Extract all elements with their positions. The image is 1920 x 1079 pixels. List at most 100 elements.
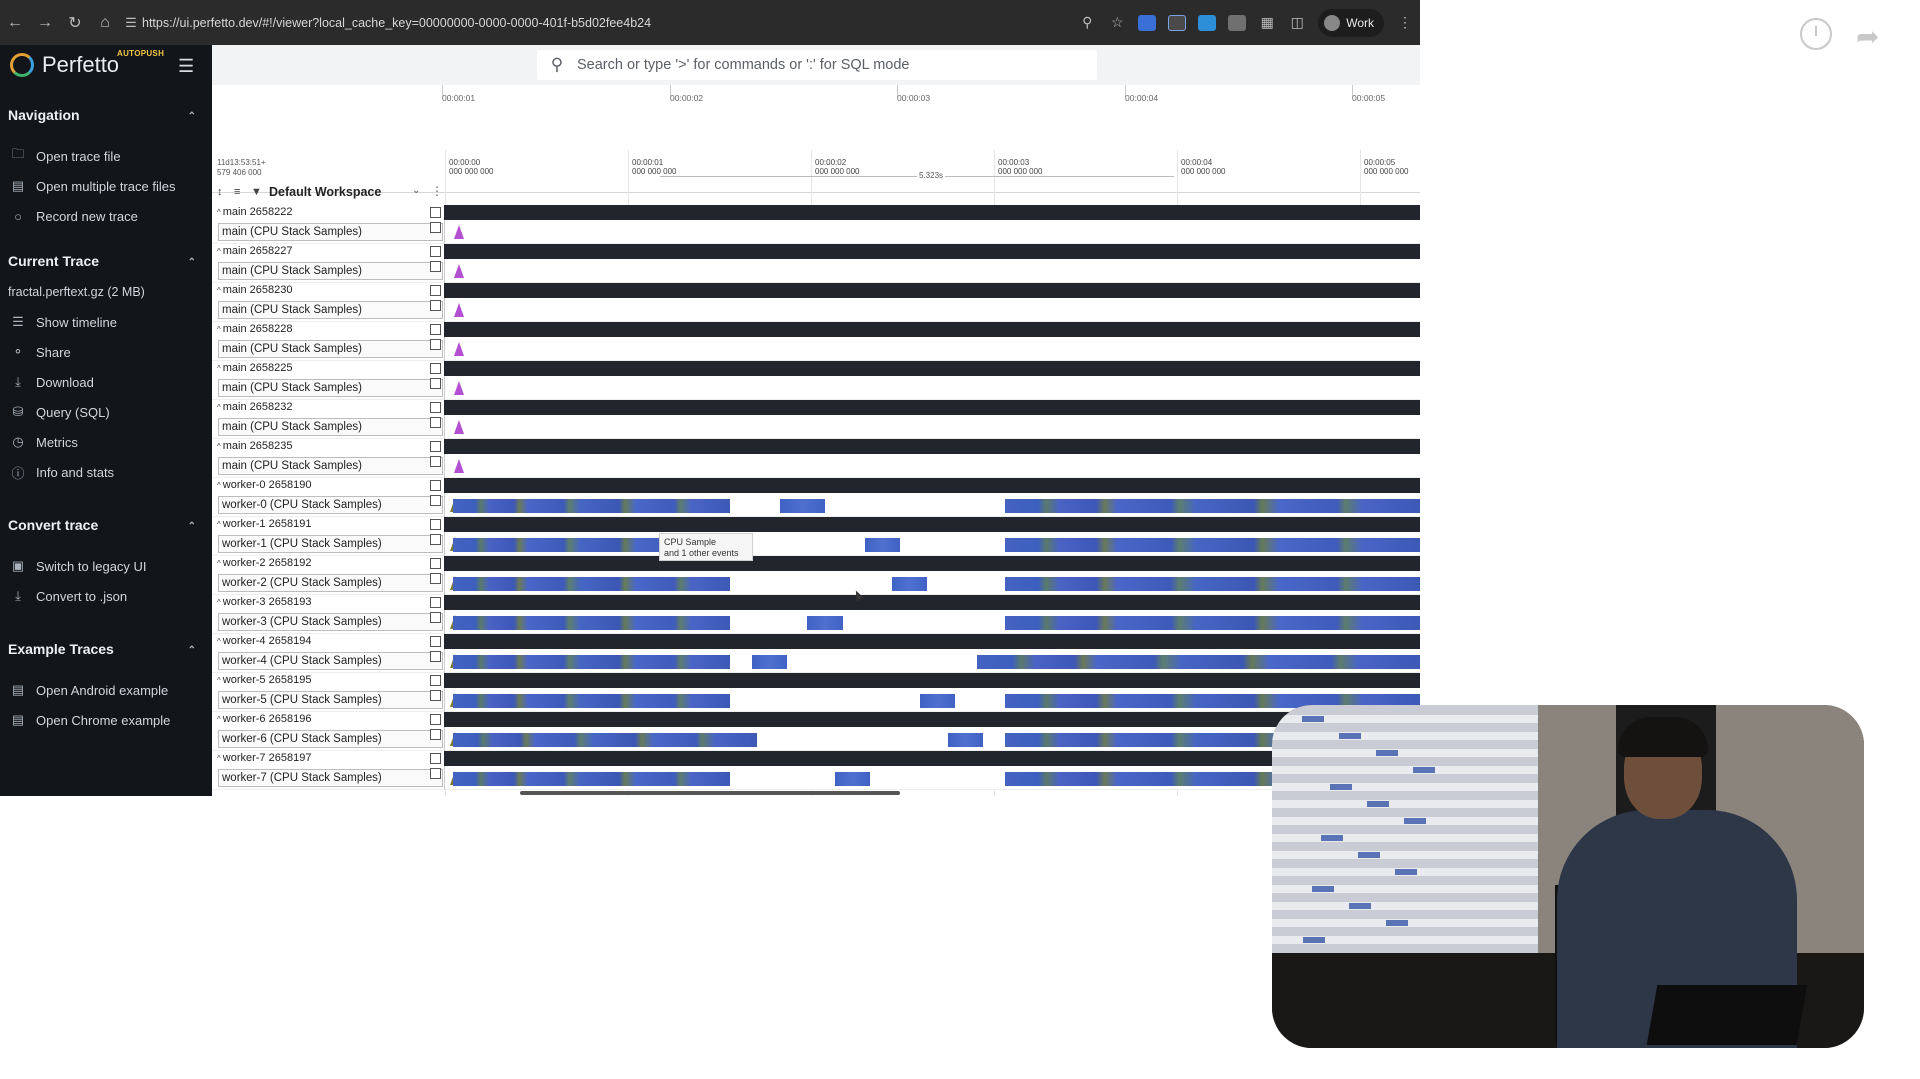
track-checkbox[interactable] (430, 339, 441, 350)
track-group[interactable]: ^ worker-2 2658192 worker-2 (CPU Stack Sam… (212, 556, 1420, 595)
process-header[interactable]: ^ worker-3 2658193 (212, 595, 1420, 610)
process-header[interactable]: ^ main 2658232 (212, 400, 1420, 415)
extensions-puzzle-icon[interactable]: ▦ (1252, 0, 1282, 45)
cpu-sample-burst[interactable] (948, 733, 983, 747)
sidebar-item-query-sql[interactable]: ⛁ Query (SQL) (0, 397, 212, 427)
horizontal-scrollbar[interactable] (520, 791, 900, 795)
track-group[interactable]: ^ worker-6 2658196 worker-6 (CPU Stack Sam… (212, 712, 1420, 751)
cpu-sample-burst[interactable] (453, 655, 730, 669)
process-header[interactable]: ^ worker-7 2658197 (212, 751, 1420, 766)
process-header[interactable]: ^ main 2658222 (212, 205, 1420, 220)
expand-caret-icon[interactable]: ^ (217, 676, 221, 685)
reload-icon[interactable]: ↻ (60, 0, 90, 45)
track-group[interactable]: ^ main 2658225 main (CPU Stack Samples) (212, 361, 1420, 400)
expand-caret-icon[interactable]: ^ (217, 481, 221, 490)
chevron-up-icon[interactable]: ⌃ (188, 111, 196, 122)
omnibox[interactable]: ⚲ Search or type '>' for commands or ':'… (537, 50, 1097, 80)
track-checkbox[interactable] (430, 495, 441, 506)
cpu-sample-burst[interactable] (1005, 499, 1420, 513)
track-samples[interactable] (445, 376, 1420, 400)
track-checkbox[interactable] (430, 261, 441, 272)
cpu-sample-burst[interactable] (1005, 577, 1420, 591)
expand-caret-icon[interactable]: ^ (217, 247, 221, 256)
process-header[interactable]: ^ main 2658235 (212, 439, 1420, 454)
cpu-sample-marker[interactable] (454, 264, 464, 278)
section-navigation[interactable]: Navigation ⌃ (0, 85, 212, 131)
track-group[interactable]: ^ main 2658230 main (CPU Stack Samples) (212, 283, 1420, 322)
track-checkbox[interactable] (430, 222, 441, 233)
track-group[interactable]: ^ worker-4 2658194 worker-4 (CPU Stack Sam… (212, 634, 1420, 673)
chevron-down-icon[interactable]: ⌄ (412, 185, 420, 196)
track-samples[interactable] (445, 571, 1420, 595)
track-samples[interactable] (445, 337, 1420, 361)
process-header-label[interactable]: ^ worker-0 2658190 (212, 478, 444, 493)
section-current-trace[interactable]: Current Trace ⌃ (0, 231, 212, 277)
track-row[interactable]: worker-0 (CPU Stack Samples) (212, 493, 1420, 517)
section-example-traces[interactable]: Example Traces ⌃ (0, 619, 212, 665)
expand-caret-icon[interactable]: ^ (217, 325, 221, 334)
extension-check-icon[interactable] (1198, 14, 1217, 31)
pin-checkbox[interactable] (430, 207, 441, 218)
expand-caret-icon[interactable]: ^ (217, 520, 221, 529)
track-samples[interactable] (445, 610, 1420, 634)
pin-checkbox[interactable] (430, 519, 441, 530)
expand-caret-icon[interactable]: ^ (217, 208, 221, 217)
process-header-label[interactable]: ^ worker-5 2658195 (212, 673, 444, 688)
hamburger-menu-icon[interactable]: ☰ (178, 56, 194, 77)
process-header-label[interactable]: ^ main 2658222 (212, 205, 444, 220)
track-name[interactable]: main (CPU Stack Samples) (218, 379, 443, 397)
filter-icon[interactable]: ▼ (251, 186, 263, 198)
expand-caret-icon[interactable]: ^ (217, 403, 221, 412)
track-checkbox[interactable] (430, 573, 441, 584)
url-text[interactable]: https://ui.perfetto.dev/#!/viewer?local_… (142, 16, 651, 30)
track-row[interactable]: worker-2 (CPU Stack Samples) (212, 571, 1420, 595)
track-row[interactable]: worker-4 (CPU Stack Samples) (212, 649, 1420, 673)
side-panel-icon[interactable]: ◫ (1282, 0, 1312, 45)
pin-checkbox[interactable] (430, 636, 441, 647)
site-info-icon[interactable]: ☰ (120, 15, 142, 31)
track-row[interactable]: main (CPU Stack Samples) (212, 220, 1420, 244)
track-group[interactable]: ^ main 2658232 main (CPU Stack Samples) (212, 400, 1420, 439)
browser-menu-icon[interactable]: ⋮ (1390, 0, 1420, 45)
track-row[interactable]: worker-1 (CPU Stack Samples) (212, 532, 1420, 556)
cpu-sample-burst[interactable] (453, 499, 730, 513)
track-samples[interactable] (445, 259, 1420, 283)
track-samples[interactable] (445, 493, 1420, 517)
process-header-label[interactable]: ^ main 2658225 (212, 361, 444, 376)
pin-checkbox[interactable] (430, 324, 441, 335)
expand-caret-icon[interactable]: ^ (217, 598, 221, 607)
track-name[interactable]: main (CPU Stack Samples) (218, 418, 443, 436)
chevron-up-icon[interactable]: ⌃ (188, 521, 196, 532)
sidebar-item-metrics[interactable]: ◷ Metrics (0, 427, 212, 457)
section-convert-trace[interactable]: Convert trace ⌃ (0, 495, 212, 541)
cpu-sample-burst[interactable] (453, 616, 730, 630)
track-pane[interactable]: ^ main 2658222 main (CPU Stack Samples) ^ ma… (212, 205, 1420, 796)
omnibox-placeholder[interactable]: Search or type '>' for commands or ':' f… (577, 57, 910, 73)
track-group[interactable]: ^ main 2658228 main (CPU Stack Samples) (212, 322, 1420, 361)
cpu-sample-marker[interactable] (454, 342, 464, 356)
sidebar-item-open-multiple-trace-files[interactable]: ▤ Open multiple trace files (0, 171, 212, 201)
track-samples[interactable] (445, 532, 1420, 556)
track-row[interactable]: worker-7 (CPU Stack Samples) (212, 766, 1420, 790)
track-name[interactable]: main (CPU Stack Samples) (218, 223, 443, 241)
process-header-label[interactable]: ^ worker-6 2658196 (212, 712, 444, 727)
cpu-sample-burst[interactable] (807, 616, 843, 630)
pin-checkbox[interactable] (430, 246, 441, 257)
track-name[interactable]: worker-6 (CPU Stack Samples) (218, 730, 443, 748)
expand-caret-icon[interactable]: ^ (217, 637, 221, 646)
track-group[interactable]: ^ main 2658235 main (CPU Stack Samples) (212, 439, 1420, 478)
track-group[interactable]: ^ worker-1 2658191 worker-1 (CPU Stack Sam… (212, 517, 1420, 556)
sidebar-item-share[interactable]: ⚬ Share (0, 337, 212, 367)
track-checkbox[interactable] (430, 690, 441, 701)
profile-button[interactable]: Work (1318, 8, 1384, 37)
process-header[interactable]: ^ main 2658225 (212, 361, 1420, 376)
pin-checkbox[interactable] (430, 558, 441, 569)
process-header-label[interactable]: ^ main 2658235 (212, 439, 444, 454)
process-header-label[interactable]: ^ main 2658232 (212, 400, 444, 415)
track-row[interactable]: main (CPU Stack Samples) (212, 337, 1420, 361)
address-bar[interactable]: ☰ https://ui.perfetto.dev/#!/viewer?loca… (120, 0, 1072, 45)
chevron-up-icon[interactable]: ⌃ (188, 257, 196, 268)
track-checkbox[interactable] (430, 651, 441, 662)
sidebar-item-download[interactable]: ⤓ Download (0, 367, 212, 397)
process-header[interactable]: ^ worker-4 2658194 (212, 634, 1420, 649)
